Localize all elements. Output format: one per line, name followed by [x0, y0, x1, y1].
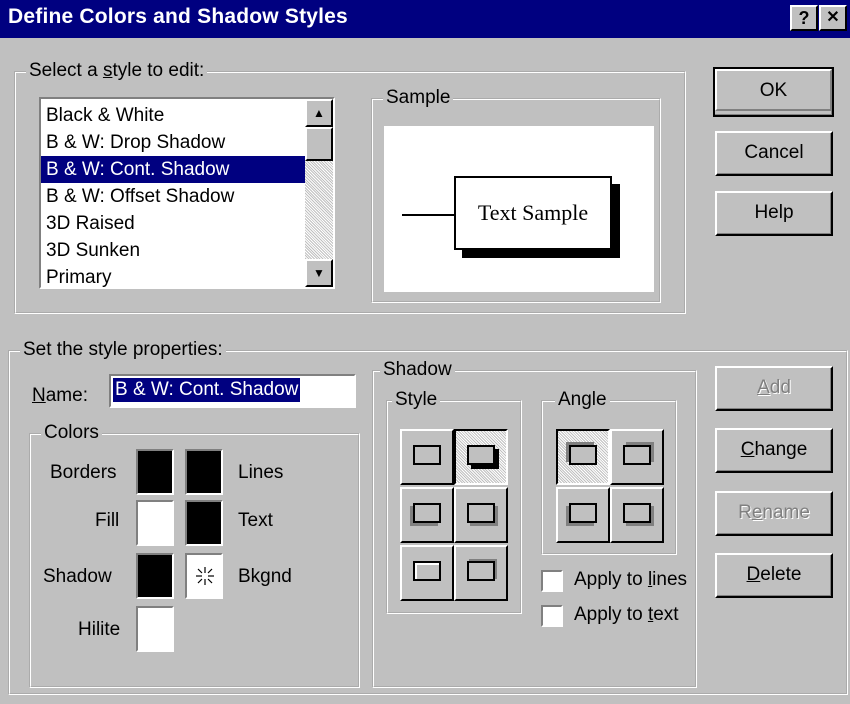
style-list-item[interactable]: 3D Sunken — [41, 237, 305, 264]
down-arrow-icon: ▼ — [313, 266, 325, 280]
style-button-5[interactable] — [400, 545, 454, 601]
scroll-up-button[interactable]: ▲ — [305, 99, 333, 127]
lines-label: Lines — [238, 462, 284, 483]
name-input-value: B & W: Cont. Shadow — [113, 378, 301, 402]
style-listbox[interactable]: Black & White B & W: Drop Shadow B & W: Co… — [39, 97, 335, 289]
style-list-item[interactable]: B & W: Offset Shadow — [41, 183, 305, 210]
add-button[interactable]: Add — [715, 366, 833, 411]
angle-button-1[interactable] — [556, 429, 610, 485]
select-style-legend: Select a style to edit: — [26, 60, 208, 82]
lines-swatch[interactable] — [185, 449, 223, 495]
window-title: Define Colors and Shadow Styles — [8, 5, 348, 28]
rename-button[interactable]: Rename — [715, 491, 833, 536]
angle-button-3[interactable] — [556, 487, 610, 543]
shadow-legend: Shadow — [380, 359, 455, 381]
style-list: Black & White B & W: Drop Shadow B & W: Co… — [41, 102, 305, 287]
name-label: Name: — [32, 385, 88, 406]
colors-legend: Colors — [41, 422, 102, 444]
fill-label: Fill — [95, 510, 120, 531]
style-list-item[interactable]: B & W: Cont. Shadow — [41, 156, 305, 183]
help-title-button[interactable]: ? — [790, 5, 818, 31]
style-list-item[interactable]: Primary — [41, 264, 305, 287]
close-title-button[interactable]: ✕ — [819, 5, 847, 31]
bkgnd-label: Bkgnd — [238, 566, 292, 587]
style-list-item[interactable]: B & W: Drop Shadow — [41, 129, 305, 156]
angle-button-4[interactable] — [610, 487, 664, 543]
help-button[interactable]: Help — [715, 191, 833, 236]
ok-label: OK — [715, 69, 832, 111]
apply-text-checkbox[interactable] — [541, 605, 563, 627]
borders-swatch[interactable] — [136, 449, 174, 495]
close-icon: ✕ — [826, 9, 840, 26]
name-input[interactable]: B & W: Cont. Shadow — [109, 374, 356, 408]
delete-button[interactable]: Delete — [715, 553, 833, 598]
sample-text: Text Sample — [454, 176, 612, 250]
borders-label: Borders — [50, 462, 117, 483]
shadow-swatch[interactable] — [136, 553, 174, 599]
sample-legend: Sample — [383, 87, 454, 109]
apply-lines-label: Apply to lines — [574, 569, 688, 590]
hilite-label: Hilite — [78, 619, 121, 640]
text-swatch[interactable] — [185, 500, 223, 546]
sample-line — [402, 214, 454, 216]
style-button-1[interactable] — [400, 429, 454, 485]
scroll-thumb[interactable] — [305, 127, 333, 161]
ok-button[interactable]: OK — [713, 67, 834, 117]
transparent-icon — [196, 567, 214, 585]
fill-swatch[interactable] — [136, 500, 174, 546]
apply-text-label: Apply to text — [574, 604, 679, 625]
shadow-style-legend: Style — [392, 389, 441, 411]
bkgnd-swatch[interactable] — [185, 553, 223, 599]
style-properties-legend: Set the style properties: — [20, 339, 226, 361]
change-button[interactable]: Change — [715, 428, 833, 473]
title-bar: Define Colors and Shadow Styles ? ✕ — [0, 0, 850, 38]
shadow-color-label: Shadow — [43, 566, 112, 587]
style-button-4[interactable] — [454, 487, 508, 543]
cancel-button[interactable]: Cancel — [715, 131, 833, 176]
style-button-2[interactable] — [454, 429, 508, 485]
shadow-angle-legend: Angle — [555, 389, 610, 411]
list-scrollbar[interactable]: ▲ ▼ — [305, 99, 333, 287]
sample-preview: Text Sample — [384, 126, 654, 292]
hilite-swatch[interactable] — [136, 606, 174, 652]
apply-lines-checkbox[interactable] — [541, 570, 563, 592]
style-button-3[interactable] — [400, 487, 454, 543]
text-color-label: Text — [238, 510, 273, 531]
angle-button-2[interactable] — [610, 429, 664, 485]
up-arrow-icon: ▲ — [313, 106, 325, 120]
style-button-6[interactable] — [454, 545, 508, 601]
style-list-item[interactable]: Black & White — [41, 102, 305, 129]
scroll-down-button[interactable]: ▼ — [305, 259, 333, 287]
style-list-item[interactable]: 3D Raised — [41, 210, 305, 237]
